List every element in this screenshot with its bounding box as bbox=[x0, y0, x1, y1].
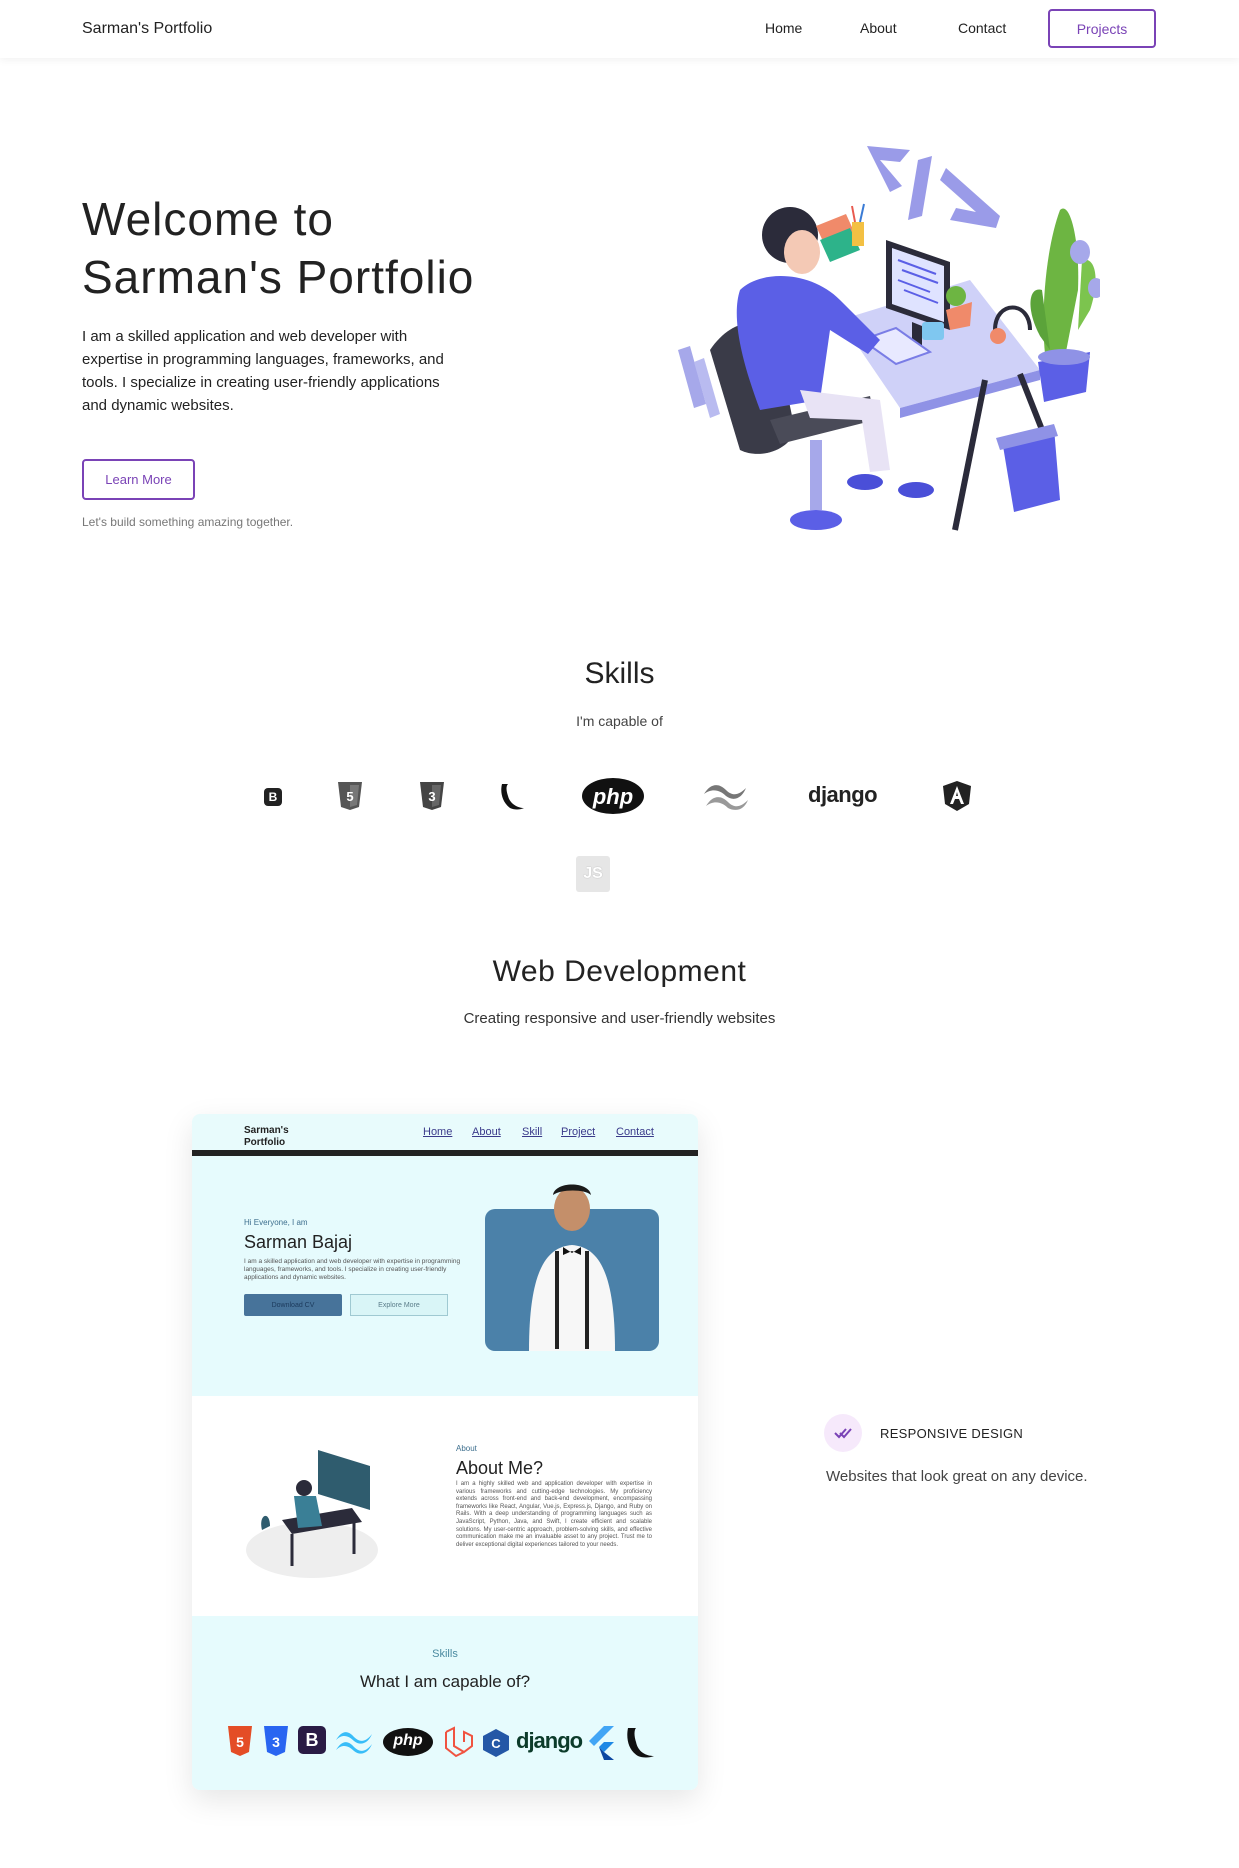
mock-laravel-icon bbox=[445, 1726, 473, 1758]
mock-name: Sarman Bajaj bbox=[244, 1232, 353, 1252]
mock-css3-icon: 3 bbox=[264, 1726, 288, 1756]
mock-django-icon: django bbox=[516, 1728, 583, 1753]
hero-title: Welcome to Sarman's Portfolio bbox=[82, 190, 474, 306]
portfolio-screenshot-mockup: Sarman's Portfolio Home About Skill Proj… bbox=[192, 1114, 698, 1790]
bootstrap-icon: B bbox=[262, 786, 284, 808]
mock-link-home: Home bbox=[423, 1126, 453, 1138]
hero-tagline: Let's build something amazing together. bbox=[82, 515, 294, 529]
mock-tailwind-icon bbox=[336, 1732, 372, 1754]
mock-brand: Sarman's Portfolio bbox=[244, 1125, 289, 1148]
mock-download-cv-button: Download CV bbox=[244, 1294, 342, 1316]
mock-description: I am a skilled application and web devel… bbox=[244, 1258, 461, 1281]
svg-text:C: C bbox=[491, 1736, 501, 1751]
person-body bbox=[736, 276, 880, 410]
feature-title: RESPONSIVE DESIGN bbox=[880, 1426, 1024, 1441]
mock-bootstrap-icon: B bbox=[298, 1726, 326, 1754]
webdev-title: Web Development bbox=[492, 955, 747, 988]
nav-about-link[interactable]: About bbox=[860, 20, 897, 36]
mug bbox=[922, 322, 944, 340]
hero-description: I am a skilled application and web devel… bbox=[82, 328, 444, 414]
mock-link-contact: Contact bbox=[616, 1126, 654, 1138]
mock-profile-photo bbox=[485, 1184, 659, 1351]
mock-about-label: About bbox=[456, 1444, 477, 1453]
html5-icon: 5 bbox=[338, 782, 362, 810]
tailwind-icon bbox=[704, 785, 748, 810]
pencil-cup bbox=[852, 222, 864, 246]
developer-illustration bbox=[678, 146, 1100, 531]
svg-text:3: 3 bbox=[272, 1734, 280, 1750]
mock-flask-icon bbox=[627, 1728, 654, 1758]
double-check-icon bbox=[834, 1428, 852, 1439]
learn-more-button[interactable]: Learn More bbox=[82, 459, 195, 500]
mock-link-project: Project bbox=[561, 1126, 596, 1138]
mock-greeting: Hi Everyone, I am bbox=[244, 1218, 308, 1227]
person-face bbox=[784, 230, 820, 274]
potted-cactus bbox=[1030, 208, 1096, 402]
desk-leg bbox=[952, 379, 988, 531]
nav-projects-button[interactable]: Projects bbox=[1048, 9, 1156, 48]
mock-skills-label: Skills bbox=[432, 1648, 458, 1660]
svg-text:5: 5 bbox=[346, 789, 353, 804]
svg-text:5: 5 bbox=[236, 1734, 244, 1750]
mock-skills-title: What I am capable of? bbox=[359, 1672, 531, 1691]
hero-title-line2: Sarman's Portfolio bbox=[82, 251, 475, 303]
mock-php-label: php bbox=[393, 1732, 423, 1749]
mock-about-title: About Me? bbox=[456, 1458, 544, 1478]
nav-home-link[interactable]: Home bbox=[765, 20, 802, 36]
django-icon: django bbox=[808, 782, 878, 807]
hero-title-line1: Welcome to bbox=[82, 193, 335, 245]
mock-skills-section bbox=[192, 1616, 698, 1790]
php-label: php bbox=[592, 784, 634, 809]
feature-description: Websites that look great on any device. bbox=[826, 1468, 1088, 1485]
mock-link-about: About bbox=[472, 1126, 501, 1138]
person-photo bbox=[529, 1184, 615, 1351]
css3-icon: 3 bbox=[420, 782, 444, 810]
svg-text:3: 3 bbox=[428, 789, 435, 804]
code-symbol-icon bbox=[867, 146, 1000, 228]
mock-link-skill: Skill bbox=[522, 1126, 543, 1138]
webdev-subtitle: Creating responsive and user-friendly we… bbox=[463, 1010, 776, 1027]
nav-contact-link[interactable]: Contact bbox=[958, 20, 1006, 36]
angular-icon bbox=[943, 781, 971, 811]
mock-csharp-icon: C bbox=[483, 1729, 509, 1757]
mock-about-text: I am a highly skilled web and applicatio… bbox=[456, 1481, 652, 1548]
skills-subtitle: I'm capable of bbox=[576, 713, 663, 729]
responsive-design-badge bbox=[824, 1414, 862, 1452]
mock-html5-icon: 5 bbox=[228, 1726, 252, 1756]
javascript-icon: JS bbox=[576, 856, 610, 892]
flask-icon bbox=[501, 784, 524, 810]
skills-title: Skills bbox=[584, 657, 655, 690]
mock-flutter-icon bbox=[589, 1726, 614, 1760]
mock-about-illustration bbox=[246, 1450, 378, 1578]
mock-explore-more-button: Explore More bbox=[350, 1294, 448, 1316]
site-brand[interactable]: Sarman's Portfolio bbox=[82, 20, 212, 38]
